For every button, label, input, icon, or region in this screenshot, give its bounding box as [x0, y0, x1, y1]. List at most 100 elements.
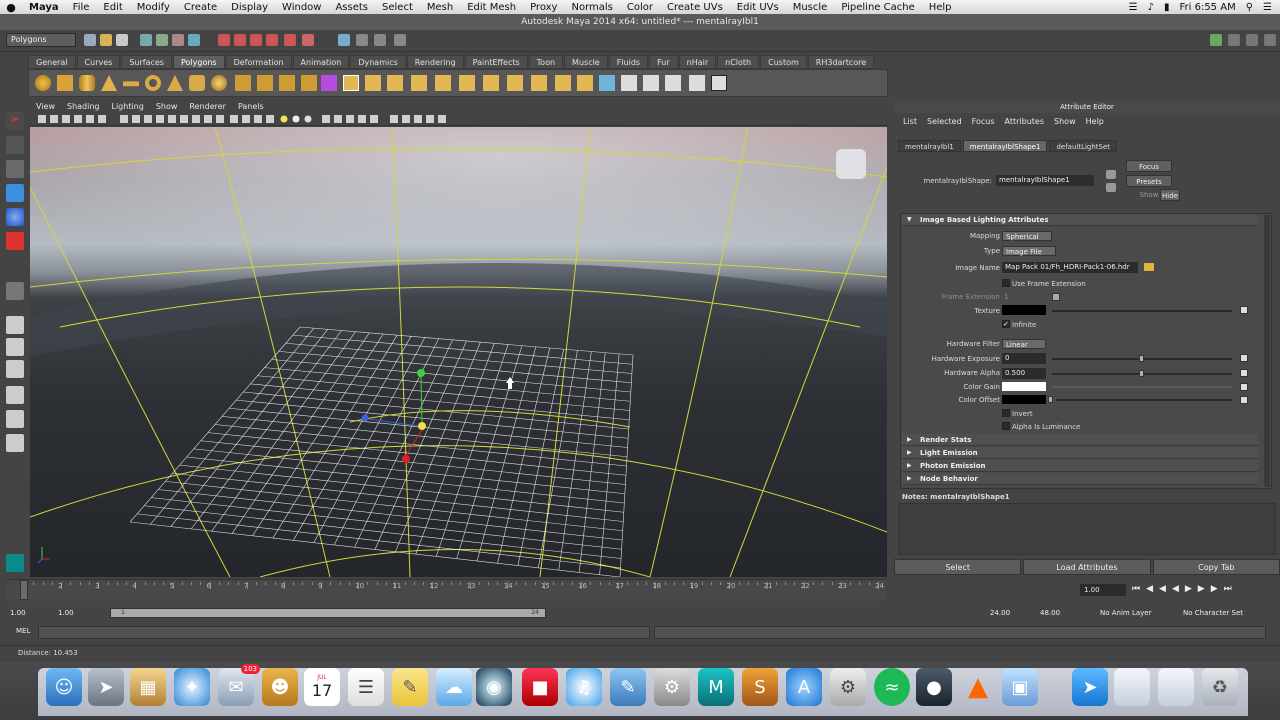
- render-frame-icon[interactable]: [338, 34, 350, 46]
- new-scene-icon[interactable]: [84, 34, 96, 46]
- split-polygon-icon[interactable]: [411, 75, 427, 91]
- time-slider[interactable]: 123456789101112131415161718192021222324: [6, 579, 886, 601]
- tab-mentalrayiblshape1[interactable]: mentalrayIblShape1: [962, 140, 1048, 152]
- shelf-tab-fluids[interactable]: Fluids: [608, 55, 649, 69]
- smooth-icon[interactable]: [301, 75, 317, 91]
- reminders-icon[interactable]: ☰: [348, 668, 384, 706]
- step-back-frame-icon[interactable]: ◀: [1159, 584, 1166, 594]
- snap-curve-icon[interactable]: [234, 34, 246, 46]
- show-button[interactable]: Show: [1138, 189, 1160, 201]
- alpha-is-luminance-checkbox[interactable]: [1002, 422, 1010, 430]
- shelf-tab-rh3dartcore[interactable]: RH3dartcore: [807, 55, 875, 69]
- hide-button[interactable]: Hide: [1160, 189, 1180, 201]
- toggle-tool-settings-icon[interactable]: [1264, 34, 1276, 46]
- hardware-filter-dropdown[interactable]: Linear: [1002, 339, 1046, 349]
- toggle-attribute-editor-icon[interactable]: [1246, 34, 1258, 46]
- playback-end-field[interactable]: 24.00: [990, 607, 1030, 619]
- uv-editor-icon[interactable]: [621, 75, 637, 91]
- go-to-start-icon[interactable]: ⏮: [1132, 584, 1140, 594]
- poly-prism-icon[interactable]: [167, 75, 183, 91]
- media-encoder-icon[interactable]: ▣: [1002, 668, 1038, 706]
- open-scene-icon[interactable]: [100, 34, 112, 46]
- copy-tab-button[interactable]: Copy Tab: [1152, 559, 1280, 575]
- ae-menu-attributes[interactable]: Attributes: [1000, 116, 1050, 128]
- light-manipulator-x[interactable]: [402, 455, 410, 463]
- menu-display[interactable]: Display: [224, 2, 275, 13]
- system-preferences-icon[interactable]: ⚙: [830, 668, 866, 706]
- presets-button[interactable]: Presets: [1126, 175, 1172, 187]
- mail-icon[interactable]: ✉ 103: [218, 664, 260, 706]
- section-node-behavior[interactable]: ▶ Node Behavior: [902, 473, 1258, 485]
- texture-slider[interactable]: [1052, 310, 1232, 312]
- menu-create[interactable]: Create: [177, 2, 224, 13]
- poly-cone-icon[interactable]: [101, 75, 117, 91]
- applications-stack-icon[interactable]: [1158, 668, 1194, 706]
- section-light-emission[interactable]: ▶ Light Emission: [902, 447, 1258, 459]
- viewport-menu-show[interactable]: Show: [150, 101, 184, 113]
- shelf-tab-surfaces[interactable]: Surfaces: [121, 55, 172, 69]
- color-gain-slider[interactable]: [1052, 386, 1232, 388]
- type-dropdown[interactable]: Image File: [1002, 246, 1056, 256]
- snap-grid-icon[interactable]: [218, 34, 230, 46]
- snap-plane-icon[interactable]: [266, 34, 278, 46]
- range-slider-end-handle[interactable]: 24: [531, 609, 539, 616]
- collapse-icon[interactable]: [531, 75, 547, 91]
- poly-plane-icon[interactable]: [123, 81, 139, 87]
- spherical-mapping-icon[interactable]: [689, 75, 705, 91]
- viewport-menu-shading[interactable]: Shading: [61, 101, 106, 113]
- messages-icon[interactable]: ☁: [436, 668, 472, 706]
- automatic-mapping-icon[interactable]: [643, 75, 659, 91]
- battery-icon[interactable]: ▮: [1164, 2, 1170, 13]
- select-button[interactable]: Select: [894, 559, 1022, 575]
- texture-map-button[interactable]: [1240, 306, 1248, 314]
- scale-tool-icon[interactable]: [6, 232, 24, 250]
- go-to-input-icon[interactable]: [1106, 170, 1116, 179]
- save-scene-icon[interactable]: [116, 34, 128, 46]
- shelf-tab-polygons[interactable]: Polygons: [172, 55, 225, 69]
- color-gain-map-button[interactable]: [1240, 383, 1248, 391]
- menu-color[interactable]: Color: [620, 2, 660, 13]
- color-offset-swatch[interactable]: [1002, 395, 1046, 404]
- lasso-tool-icon[interactable]: [6, 136, 24, 154]
- last-tool-icon[interactable]: [6, 282, 24, 300]
- range-slider-start-handle[interactable]: 1: [121, 609, 125, 616]
- menu-select[interactable]: Select: [375, 2, 420, 13]
- section-photon-emission[interactable]: ▶ Photon Emission: [902, 460, 1258, 472]
- snap-live-icon[interactable]: [284, 34, 296, 46]
- layout-hypershade-icon[interactable]: [6, 434, 24, 452]
- load-attributes-button[interactable]: Load Attributes: [1023, 559, 1151, 575]
- vlc-icon[interactable]: ▲: [960, 668, 996, 706]
- select-component-icon[interactable]: [172, 34, 184, 46]
- preview-icon[interactable]: ✎: [610, 668, 646, 706]
- clock[interactable]: Fri 6:55 AM: [1180, 2, 1236, 13]
- ipr-render-icon[interactable]: [356, 34, 368, 46]
- ae-menu-selected[interactable]: Selected: [922, 116, 967, 128]
- menu-edit-mesh[interactable]: Edit Mesh: [460, 2, 523, 13]
- shelf-tab-rendering[interactable]: Rendering: [406, 55, 464, 69]
- menu-normals[interactable]: Normals: [564, 2, 619, 13]
- menu-edit[interactable]: Edit: [96, 2, 129, 13]
- select-mask-icon[interactable]: [188, 34, 200, 46]
- move-tool-icon[interactable]: [6, 184, 24, 202]
- shelf-tab-curves[interactable]: Curves: [76, 55, 121, 69]
- ae-menu-focus[interactable]: Focus: [967, 116, 1000, 128]
- layout-four-icon[interactable]: [6, 338, 24, 356]
- hardware-exposure-knob[interactable]: [1139, 355, 1144, 362]
- light-manipulator-y[interactable]: [417, 369, 425, 377]
- maya-app-icon[interactable]: M: [698, 668, 734, 706]
- documents-stack-icon[interactable]: [1114, 668, 1150, 706]
- step-forward-frame-icon[interactable]: ▶: [1198, 584, 1205, 594]
- fill-hole-icon[interactable]: [555, 75, 571, 91]
- volume-icon[interactable]: ♪: [1148, 2, 1154, 13]
- contacts-icon[interactable]: ☻: [262, 668, 298, 706]
- finder-icon[interactable]: ☺: [46, 668, 82, 706]
- mission-control-icon[interactable]: ▦: [130, 668, 166, 706]
- poly-pipe-icon[interactable]: [189, 75, 205, 91]
- mapping-dropdown[interactable]: Spherical: [1002, 231, 1052, 241]
- poly-cube-icon[interactable]: [57, 75, 73, 91]
- tab-mentalrayibl1[interactable]: mentalrayIbl1: [898, 140, 961, 152]
- texture-swatch[interactable]: [1002, 305, 1046, 315]
- menu-create-uvs[interactable]: Create UVs: [660, 2, 730, 13]
- node-name-field[interactable]: mentalrayIblShape1: [996, 175, 1094, 186]
- light-manipulator-center[interactable]: [418, 422, 426, 430]
